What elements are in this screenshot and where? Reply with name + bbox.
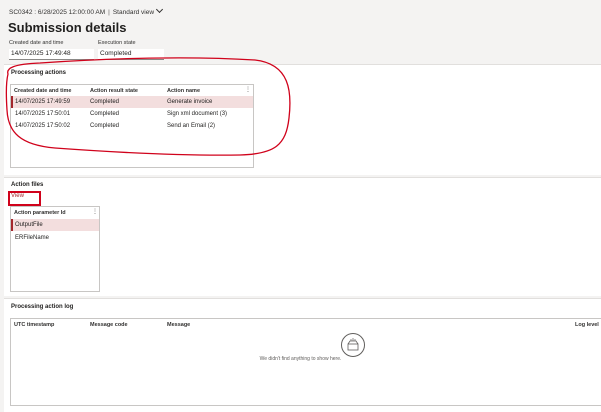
annotation-box — [8, 191, 41, 206]
annotation-circle — [5, 57, 291, 156]
annotation-overlay — [5, 57, 291, 206]
